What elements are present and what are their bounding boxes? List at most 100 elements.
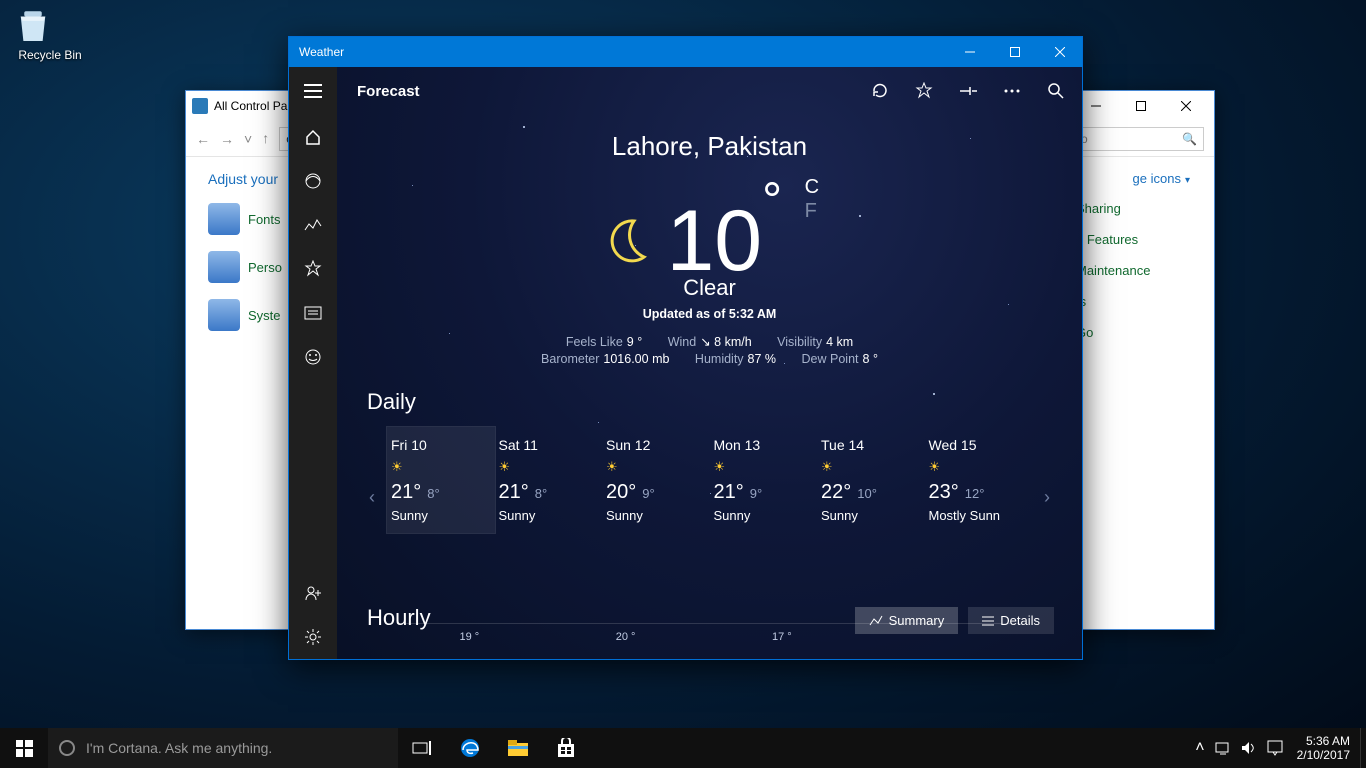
- sun-icon: ☀: [499, 459, 599, 475]
- desktop-icon-label: Recycle Bin: [12, 48, 88, 62]
- day-label: Sat 11: [499, 437, 599, 453]
- nav-recent-icon[interactable]: ˅: [244, 131, 252, 147]
- clock-time: 5:36 AM: [1297, 734, 1350, 748]
- wx-sidebar: [289, 67, 337, 659]
- tray-action-center-icon[interactable]: [1267, 740, 1283, 756]
- updated-text: Updated as of 5:32 AM: [337, 307, 1082, 321]
- high-temp: 22°: [821, 481, 851, 503]
- day-condition: Sunny: [606, 508, 706, 523]
- daily-card[interactable]: Fri 10 ☀ 21°8° Sunny: [387, 427, 495, 533]
- search-button[interactable]: [1034, 67, 1078, 115]
- personalization-icon: [208, 251, 240, 283]
- daily-prev-button[interactable]: ‹: [357, 427, 387, 567]
- daily-card[interactable]: Sat 11☀ 21°8° Sunny: [495, 427, 603, 533]
- nav-account-icon[interactable]: [289, 571, 337, 615]
- cp-maximize-button[interactable]: [1118, 92, 1163, 120]
- tray-network-icon[interactable]: [1215, 741, 1231, 755]
- favorite-button[interactable]: [902, 67, 946, 115]
- start-button[interactable]: [0, 728, 48, 768]
- nav-up-icon[interactable]: ↑: [262, 130, 269, 146]
- cp-item[interactable]: ts: [1076, 294, 1150, 309]
- refresh-button[interactable]: [858, 67, 902, 115]
- cp-item[interactable]: Go: [1076, 325, 1150, 340]
- nav-maps-icon[interactable]: [289, 159, 337, 203]
- daily-card[interactable]: Tue 14☀ 22°10° Sunny: [817, 427, 925, 533]
- sun-icon: ☀: [391, 459, 491, 475]
- cortana-icon: [58, 739, 76, 757]
- daily-next-button[interactable]: ›: [1032, 427, 1062, 567]
- cp-item[interactable]: Maintenance: [1076, 263, 1150, 278]
- daily-card[interactable]: Sun 12☀ 20°9° Sunny: [602, 427, 710, 533]
- stat-value: 4 km: [826, 335, 853, 349]
- taskbar-app-store[interactable]: [542, 728, 590, 768]
- wx-titlebar[interactable]: Weather: [289, 37, 1082, 67]
- wx-minimize-button[interactable]: [947, 37, 992, 67]
- daily-card[interactable]: Mon 13☀ 21°9° Sunny: [710, 427, 818, 533]
- system-tray[interactable]: ˄: [1191, 739, 1286, 757]
- cp-item[interactable]: Sharing: [1076, 201, 1150, 216]
- nav-forecast-icon[interactable]: [289, 115, 337, 159]
- nav-feedback-icon[interactable]: [289, 335, 337, 379]
- cortana-search[interactable]: I'm Cortana. Ask me anything.: [48, 728, 398, 768]
- cp-item-label: d Features: [1076, 232, 1138, 247]
- taskbar[interactable]: I'm Cortana. Ask me anything. ˄ 5:36 AM …: [0, 728, 1366, 768]
- desktop-icon-recycle-bin[interactable]: Recycle Bin: [12, 6, 88, 62]
- show-desktop-button[interactable]: [1360, 728, 1366, 768]
- tray-volume-icon[interactable]: [1241, 741, 1257, 755]
- sun-icon: ☀: [929, 459, 1029, 475]
- high-temp: 20°: [606, 481, 636, 503]
- wind-icon: ↘: [700, 335, 714, 349]
- stats-block: Feels Like9 ° Wind↘ 8 km/h Visibility4 k…: [337, 331, 1082, 369]
- day-label: Mon 13: [714, 437, 814, 453]
- stat-label: Wind: [668, 335, 696, 349]
- pin-button[interactable]: [946, 67, 990, 115]
- taskbar-app-edge[interactable]: [446, 728, 494, 768]
- unit-f-button[interactable]: F: [805, 199, 819, 223]
- clock-date: 2/10/2017: [1297, 748, 1350, 762]
- system-icon: [208, 299, 240, 331]
- unit-c-button[interactable]: C: [805, 175, 819, 199]
- wx-close-button[interactable]: [1037, 37, 1082, 67]
- stat-label: Visibility: [777, 335, 822, 349]
- sun-icon: ☀: [714, 459, 814, 475]
- nav-settings-icon[interactable]: [289, 615, 337, 659]
- cortana-placeholder: I'm Cortana. Ask me anything.: [86, 740, 272, 756]
- day-label: Wed 15: [929, 437, 1029, 453]
- cp-item[interactable]: d Features: [1076, 232, 1150, 247]
- tray-expand-icon[interactable]: ˄: [1195, 739, 1204, 757]
- low-temp: 9°: [750, 486, 762, 501]
- temperature-block: 10° C F: [337, 171, 1082, 284]
- wx-maximize-button[interactable]: [992, 37, 1037, 67]
- stat-label: Barometer: [541, 352, 599, 366]
- high-temp: 21°: [499, 481, 529, 503]
- nav-forward-icon[interactable]: →: [220, 131, 234, 147]
- cp-item-label: Fonts: [248, 212, 281, 227]
- hourly-temp: 20 °: [616, 631, 636, 643]
- nav-favorites-icon[interactable]: [289, 247, 337, 291]
- nav-back-icon[interactable]: ←: [196, 131, 210, 147]
- low-temp: 12°: [965, 486, 985, 501]
- task-view-button[interactable]: [398, 728, 446, 768]
- stat-value: 8 °: [863, 352, 878, 366]
- daily-carousel: ‹ Fri 10 ☀ 21°8° Sunny Sat 11☀ 21°8° Sun…: [357, 427, 1062, 567]
- cp-item-label: Syste: [248, 308, 281, 323]
- control-panel-icon: [192, 98, 208, 114]
- hamburger-button[interactable]: [289, 67, 337, 115]
- high-temp: 21°: [391, 481, 421, 503]
- stat-label: Feels Like: [566, 335, 623, 349]
- cp-close-button[interactable]: [1163, 92, 1208, 120]
- daily-card[interactable]: Wed 15☀ 23°12° Mostly Sunn: [925, 427, 1033, 533]
- more-button[interactable]: [990, 67, 1034, 115]
- hourly-temp: 17 °: [772, 631, 792, 643]
- taskbar-app-explorer[interactable]: [494, 728, 542, 768]
- stat-value: 87 %: [748, 352, 777, 366]
- nav-historical-icon[interactable]: [289, 203, 337, 247]
- cp-view-dropdown[interactable]: ge icons: [1133, 171, 1190, 186]
- stat-value: 9 °: [627, 335, 642, 349]
- nav-news-icon[interactable]: [289, 291, 337, 335]
- day-condition: Sunny: [391, 508, 491, 523]
- day-condition: Sunny: [499, 508, 599, 523]
- window-weather[interactable]: Weather Forecast: [288, 36, 1083, 660]
- hourly-chart: 19 ° 20 ° 17 °: [397, 623, 1022, 653]
- taskbar-clock[interactable]: 5:36 AM 2/10/2017: [1287, 734, 1360, 762]
